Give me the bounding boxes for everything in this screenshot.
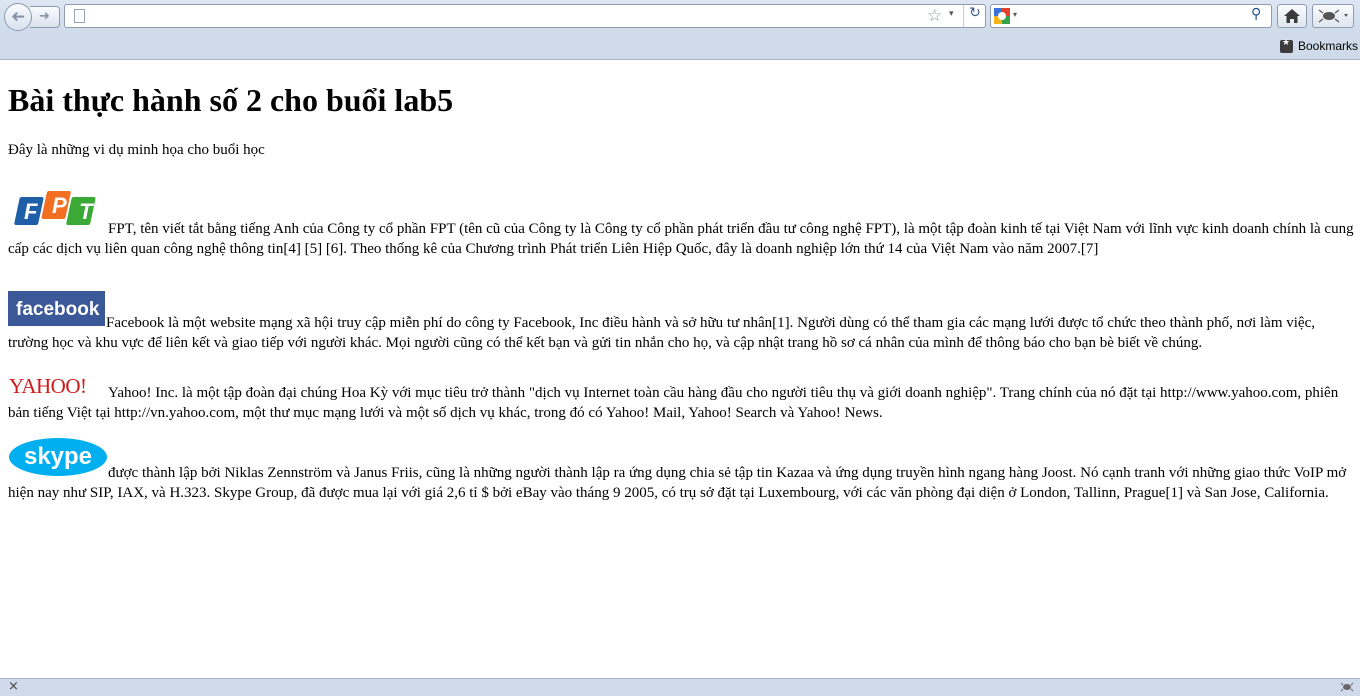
google-icon[interactable] xyxy=(994,8,1010,24)
fpt-logo: F P T xyxy=(14,191,96,225)
yahoo-logo-text: YAHOO! xyxy=(9,375,87,397)
forward-arrow-icon: ➜ xyxy=(39,9,50,24)
addon-bug-icon xyxy=(1318,9,1348,23)
entry-yahoo-text: Yahoo! Inc. là một tập đoàn đại chúng Ho… xyxy=(8,385,1339,421)
facebook-logo-text: facebook xyxy=(16,299,100,320)
fpt-logo-letter-f: F xyxy=(24,199,38,224)
forward-button[interactable]: ➜ xyxy=(30,6,60,28)
reload-icon: ↻ xyxy=(969,5,981,21)
facebook-logo: facebook xyxy=(8,291,105,326)
page-title: Bài thực hành số 2 cho buổi lab5 xyxy=(8,82,454,118)
magnifier-icon[interactable]: ⚲ xyxy=(1251,6,1261,22)
search-box[interactable]: ▾ ⚲ xyxy=(990,4,1272,28)
search-input[interactable] xyxy=(1025,7,1245,25)
entry-fpt-text: FPT, tên viết tắt bằng tiếng Anh của Côn… xyxy=(8,221,1354,257)
bookmark-star-icon[interactable]: ☆ xyxy=(927,6,942,26)
fpt-logo-letter-t: T xyxy=(79,199,94,224)
bookmarks-toolbar: Bookmarks xyxy=(0,34,1360,60)
home-icon xyxy=(1284,9,1300,23)
entry-facebook: facebook Facebook là một website mạng xã… xyxy=(8,291,1354,353)
entry-yahoo: YAHOO! Yahoo! Inc. là một tập đoàn đại c… xyxy=(8,375,1354,423)
addon-button[interactable] xyxy=(1312,4,1354,28)
search-engine-dropdown-icon[interactable]: ▾ xyxy=(1013,10,1017,19)
page-content: Bài thực hành số 2 cho buổi lab5 Đây là … xyxy=(0,60,1360,678)
bookmarks-label: Bookmarks xyxy=(1297,39,1358,53)
address-bar[interactable]: ☆ ▾ ↻ xyxy=(64,4,986,28)
back-arrow-icon: ➜ xyxy=(10,7,26,27)
intro-text: Đây là những vi dụ minh họa cho buổi học xyxy=(8,142,265,158)
nav-buttons: ➜ ➜ xyxy=(4,3,60,31)
entry-facebook-text: Facebook là một website mạng xã hội truy… xyxy=(8,315,1315,351)
entry-skype-text: được thành lập bởi Niklas Zennström và J… xyxy=(8,465,1347,501)
home-button[interactable] xyxy=(1277,4,1307,28)
back-button[interactable]: ➜ xyxy=(4,3,32,31)
addon-bar-bug-icon[interactable] xyxy=(1340,681,1354,693)
fpt-logo-letter-p: P xyxy=(52,193,67,218)
close-icon[interactable]: × xyxy=(8,679,19,695)
skype-logo-text: skype xyxy=(24,443,92,470)
browser-toolbar: ➜ ➜ ☆ ▾ ↻ ▾ ⚲ xyxy=(0,0,1360,34)
yahoo-logo: YAHOO! xyxy=(9,375,87,397)
entry-fpt: F P T FPT, tên viết tắt bằng tiếng Anh c… xyxy=(8,187,1354,259)
bookmarks-button[interactable]: Bookmarks xyxy=(1279,37,1358,55)
skype-logo: skype xyxy=(9,438,107,476)
bookmarks-icon xyxy=(1279,38,1293,53)
status-bar: × xyxy=(0,678,1360,696)
url-history-dropdown-icon[interactable]: ▾ xyxy=(949,9,954,19)
entry-skype: skype được thành lập bởi Niklas Zennströ… xyxy=(8,437,1354,503)
reload-button[interactable]: ↻ xyxy=(963,5,986,27)
blank-page-icon xyxy=(74,9,85,23)
